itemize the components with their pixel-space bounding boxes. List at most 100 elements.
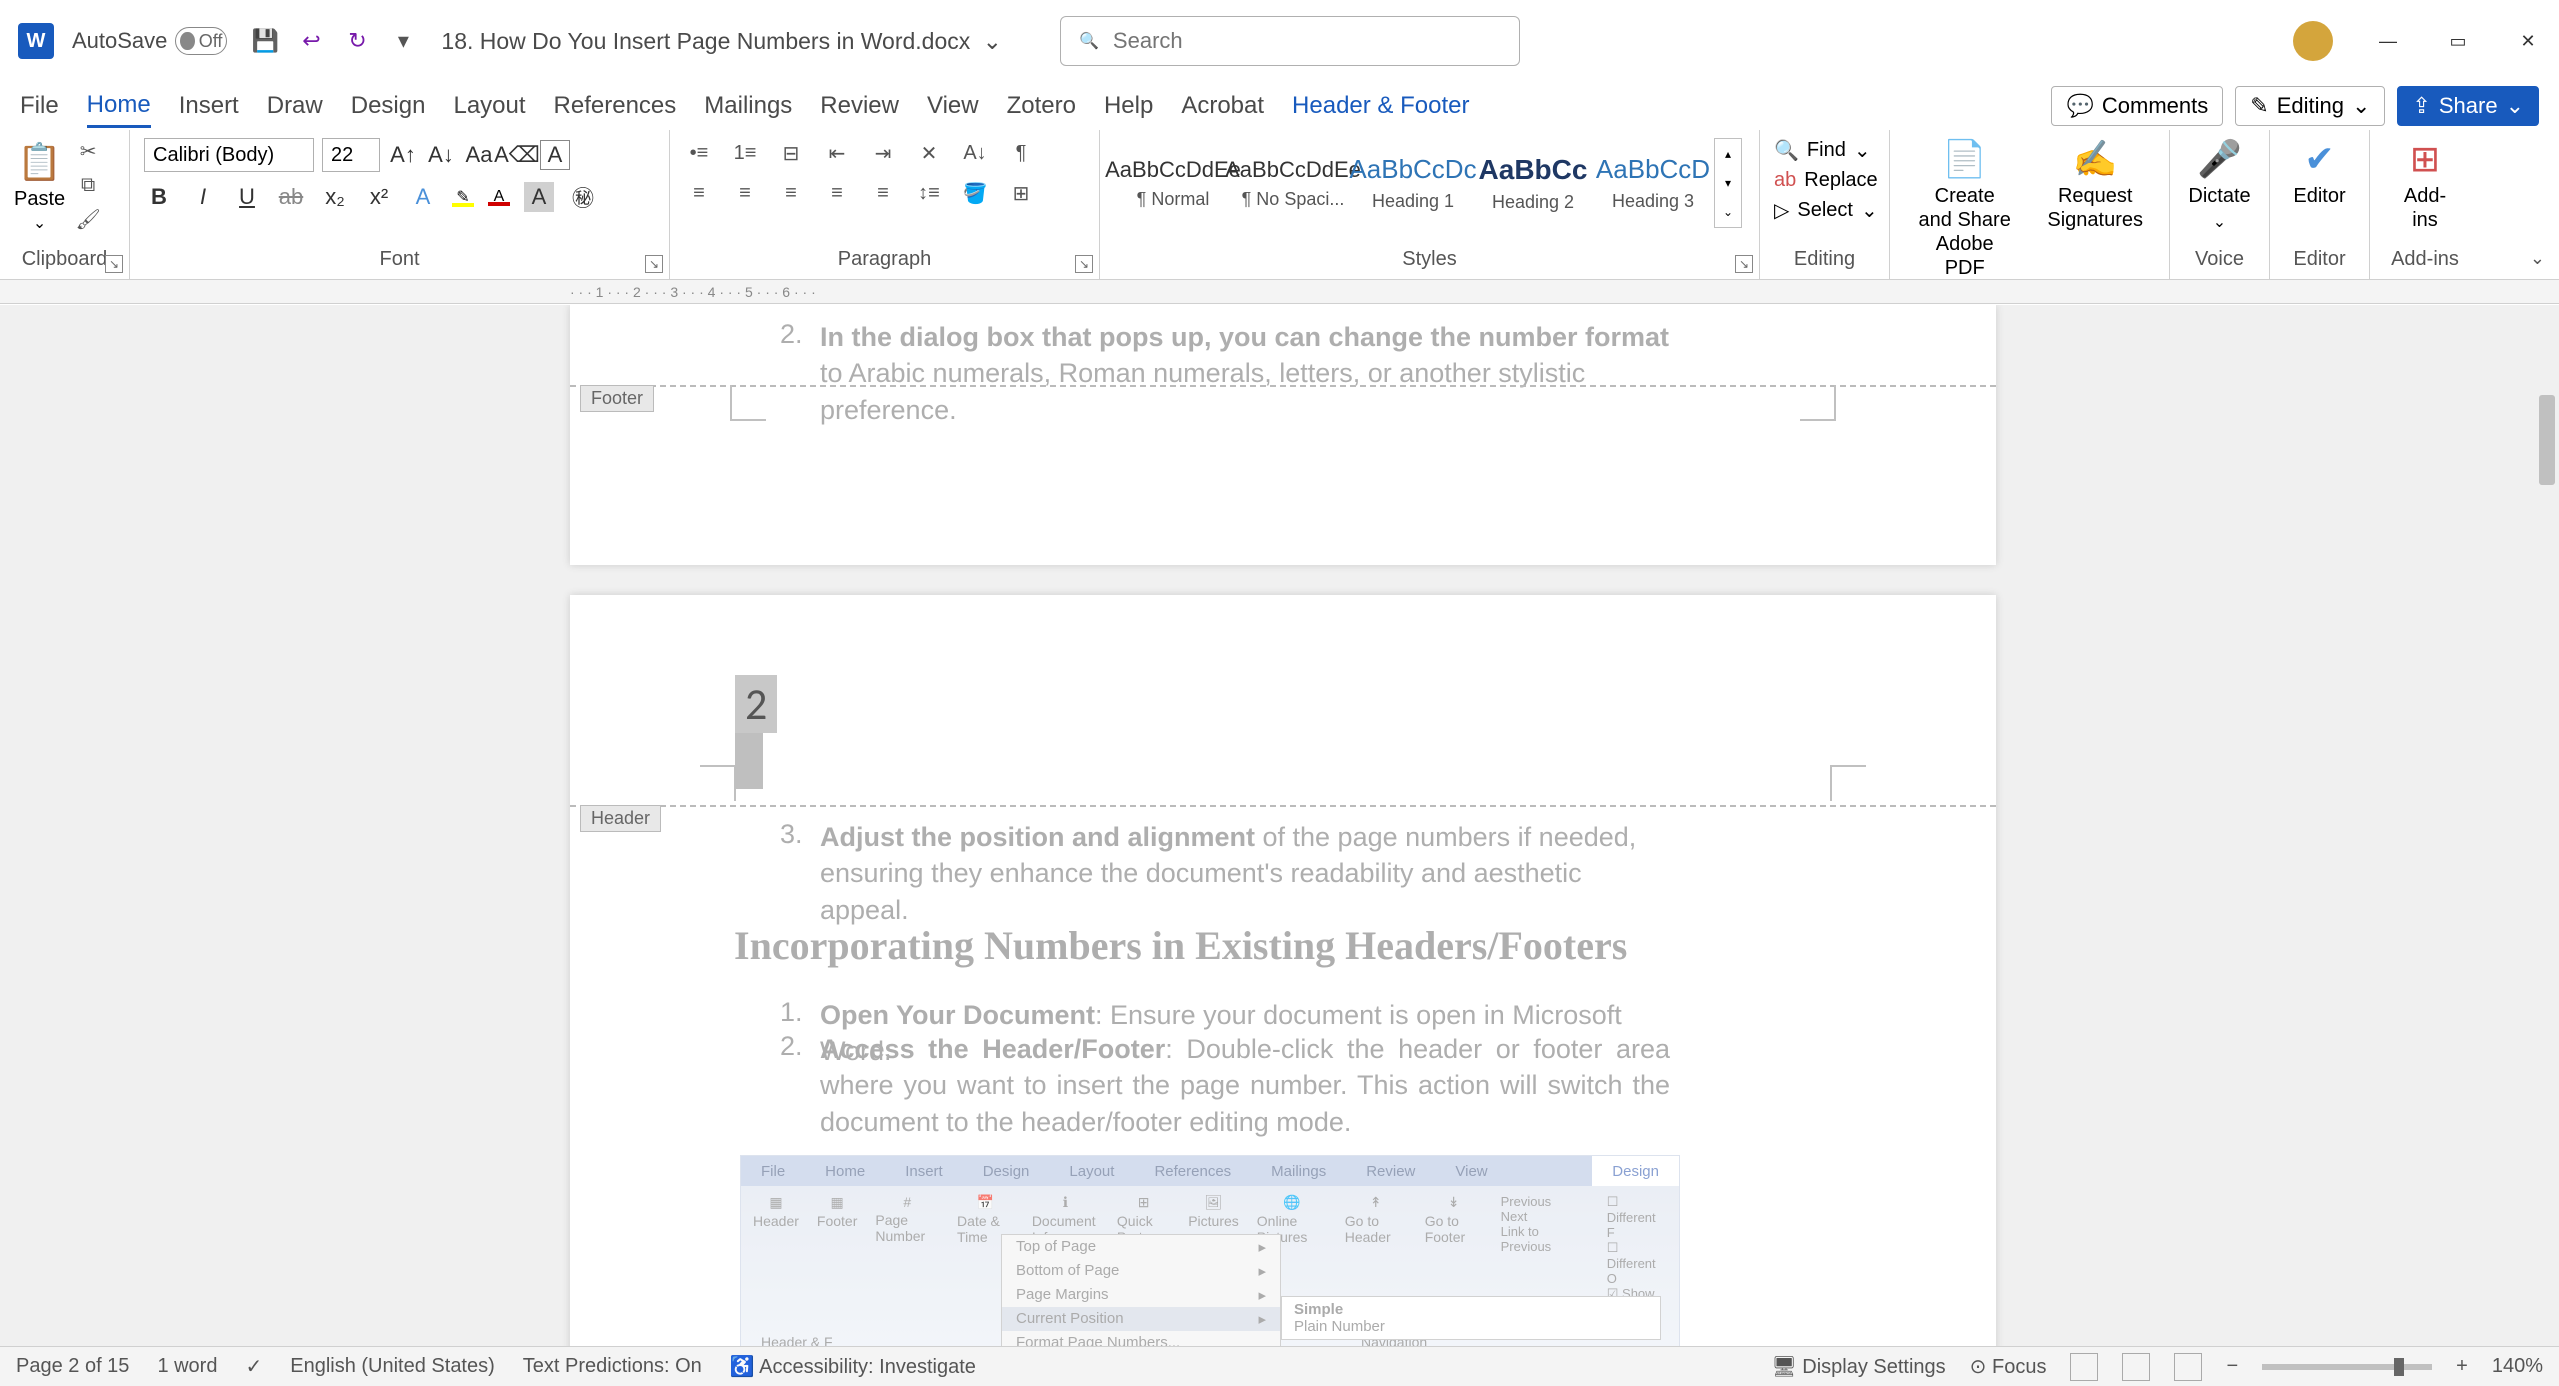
tab-review[interactable]: Review [820, 86, 899, 126]
phonetic-icon[interactable]: A [540, 140, 570, 170]
title-dropdown-icon[interactable]: ⌄ [983, 28, 1002, 54]
tab-header-footer[interactable]: Header & Footer [1292, 86, 1469, 126]
chevron-down-icon[interactable]: ⌄ [33, 213, 46, 233]
addins-button[interactable]: ⊞ Add-ins [2384, 138, 2466, 232]
zoom-out-button[interactable]: − [2226, 1355, 2238, 1378]
distributed-button[interactable]: ≡ [868, 178, 898, 208]
align-center-button[interactable]: ≡ [730, 178, 760, 208]
bold-button[interactable]: B [144, 182, 174, 212]
sort-button[interactable]: A↓ [960, 138, 990, 168]
status-predictions[interactable]: Text Predictions: On [523, 1355, 702, 1378]
autosave-toggle[interactable]: Off [175, 27, 227, 55]
decrease-indent-button[interactable]: ⇤ [822, 138, 852, 168]
font-dialog-launcher[interactable]: ↘ [645, 255, 663, 273]
superscript-button[interactable]: x² [364, 182, 394, 212]
select-button[interactable]: ▷Select⌄ [1774, 198, 1875, 223]
clear-formatting-icon[interactable]: A⌫ [502, 140, 532, 170]
style-heading3[interactable]: AaBbCcD Heading 3 [1594, 138, 1712, 228]
web-layout-icon[interactable] [2174, 1353, 2202, 1381]
zoom-thumb[interactable] [2394, 1358, 2404, 1376]
line-spacing-button[interactable]: ↕≡ [914, 178, 944, 208]
editing-mode-button[interactable]: ✎ Editing ⌄ [2235, 86, 2385, 126]
styles-dialog-launcher[interactable]: ↘ [1735, 255, 1753, 273]
highlight-button[interactable]: ✎ [452, 187, 474, 207]
zoom-in-button[interactable]: + [2456, 1355, 2468, 1378]
style-normal[interactable]: AaBbCcDdEe ¶ Normal [1114, 138, 1232, 228]
character-shading-button[interactable]: A [524, 182, 554, 212]
body-text[interactable]: Adjust the position and alignment of the… [820, 819, 1670, 928]
minimize-icon[interactable]: — [2373, 26, 2403, 56]
horizontal-ruler[interactable]: · · · 1 · · · 2 · · · 3 · · · 4 · · · 5 … [0, 280, 2559, 304]
style-heading2[interactable]: AaBbCc Heading 2 [1474, 138, 1592, 228]
vertical-scrollbar[interactable] [2531, 305, 2559, 1346]
focus-mode-button[interactable]: ⊙ Focus [1970, 1354, 2047, 1379]
align-left-button[interactable]: ≡ [684, 178, 714, 208]
multilevel-list-button[interactable]: ⊟ [776, 138, 806, 168]
zoom-slider[interactable] [2262, 1364, 2432, 1370]
tab-home[interactable]: Home [87, 85, 151, 128]
tab-draw[interactable]: Draw [267, 86, 323, 126]
heading-text[interactable]: Incorporating Numbers in Existing Header… [734, 919, 1627, 973]
paragraph-dialog-launcher[interactable]: ↘ [1075, 255, 1093, 273]
paste-button[interactable]: 📋 Paste ⌄ [14, 138, 65, 233]
font-color-button[interactable]: A [488, 188, 510, 206]
status-language[interactable]: English (United States) [290, 1355, 495, 1378]
styles-gallery[interactable]: AaBbCcDdEe ¶ Normal AaBbCcDdEe ¶ No Spac… [1114, 138, 1745, 228]
enclose-characters-button[interactable]: ㊙ [568, 182, 598, 212]
create-pdf-button[interactable]: 📄 Create and Share Adobe PDF [1904, 138, 2025, 280]
scrollbar-thumb[interactable] [2539, 395, 2555, 485]
document-canvas[interactable]: 2. In the dialog box that pops up, you c… [0, 305, 2559, 1346]
dictate-button[interactable]: 🎤 Dictate ⌄ [2184, 138, 2255, 232]
collapse-ribbon-icon[interactable]: ⌄ [2530, 248, 2545, 269]
styles-gallery-more[interactable]: ▴▾⌄ [1714, 138, 1742, 228]
italic-button[interactable]: I [188, 182, 218, 212]
copy-icon[interactable]: ⧉ [75, 172, 101, 198]
print-layout-icon[interactable] [2122, 1353, 2150, 1381]
search-box[interactable]: 🔍 [1060, 16, 1520, 66]
numbering-button[interactable]: 1≡ [730, 138, 760, 168]
search-input[interactable] [1113, 28, 1501, 54]
tab-acrobat[interactable]: Acrobat [1181, 86, 1264, 126]
editor-button[interactable]: ✔ Editor [2284, 138, 2355, 208]
asian-layout-button[interactable]: ✕ [914, 138, 944, 168]
show-marks-button[interactable]: ¶ [1006, 138, 1036, 168]
undo-icon[interactable]: ↩ [297, 27, 325, 55]
tab-mailings[interactable]: Mailings [704, 86, 792, 126]
request-signatures-button[interactable]: ✍ Request Signatures [2035, 138, 2155, 232]
style-no-spacing[interactable]: AaBbCcDdEe ¶ No Spaci... [1234, 138, 1352, 228]
shrink-font-icon[interactable]: A↓ [426, 140, 456, 170]
read-mode-icon[interactable] [2070, 1353, 2098, 1381]
maximize-icon[interactable]: ▭ [2443, 26, 2473, 56]
autosave-control[interactable]: AutoSave Off [72, 27, 227, 55]
share-button[interactable]: ⇪ Share ⌄ [2397, 86, 2539, 126]
change-case-icon[interactable]: Aa [464, 140, 494, 170]
find-button[interactable]: 🔍Find⌄ [1774, 138, 1875, 163]
spellcheck-icon[interactable]: ✓ [245, 1354, 262, 1379]
bullets-button[interactable]: •≡ [684, 138, 714, 168]
tab-file[interactable]: File [20, 86, 59, 126]
text-effects-button[interactable]: A [408, 182, 438, 212]
shading-button[interactable]: 🪣 [960, 178, 990, 208]
tab-view[interactable]: View [927, 86, 979, 126]
justify-button[interactable]: ≡ [822, 178, 852, 208]
font-name-select[interactable] [144, 138, 314, 172]
tab-zotero[interactable]: Zotero [1007, 86, 1076, 126]
comments-button[interactable]: 💬 Comments [2051, 86, 2223, 126]
status-page[interactable]: Page 2 of 15 [16, 1355, 129, 1378]
clipboard-dialog-launcher[interactable]: ↘ [105, 255, 123, 273]
footer-tab[interactable]: Footer [580, 385, 654, 412]
increase-indent-button[interactable]: ⇥ [868, 138, 898, 168]
page-number-field[interactable]: 2 [735, 675, 777, 733]
body-text[interactable]: In the dialog box that pops up, you can … [820, 319, 1670, 428]
grow-font-icon[interactable]: A↑ [388, 140, 418, 170]
qat-customize-icon[interactable]: ▾ [389, 27, 417, 55]
user-avatar[interactable] [2293, 21, 2333, 61]
tab-references[interactable]: References [554, 86, 677, 126]
status-accessibility[interactable]: ♿ Accessibility: Investigate [730, 1354, 976, 1379]
style-heading1[interactable]: AaBbCcDc Heading 1 [1354, 138, 1472, 228]
header-tab[interactable]: Header [580, 805, 661, 832]
display-settings-button[interactable]: 🖥 Display Settings [1771, 1354, 1945, 1379]
tab-help[interactable]: Help [1104, 86, 1153, 126]
font-size-select[interactable] [322, 138, 380, 172]
replace-button[interactable]: abReplace [1774, 169, 1875, 192]
